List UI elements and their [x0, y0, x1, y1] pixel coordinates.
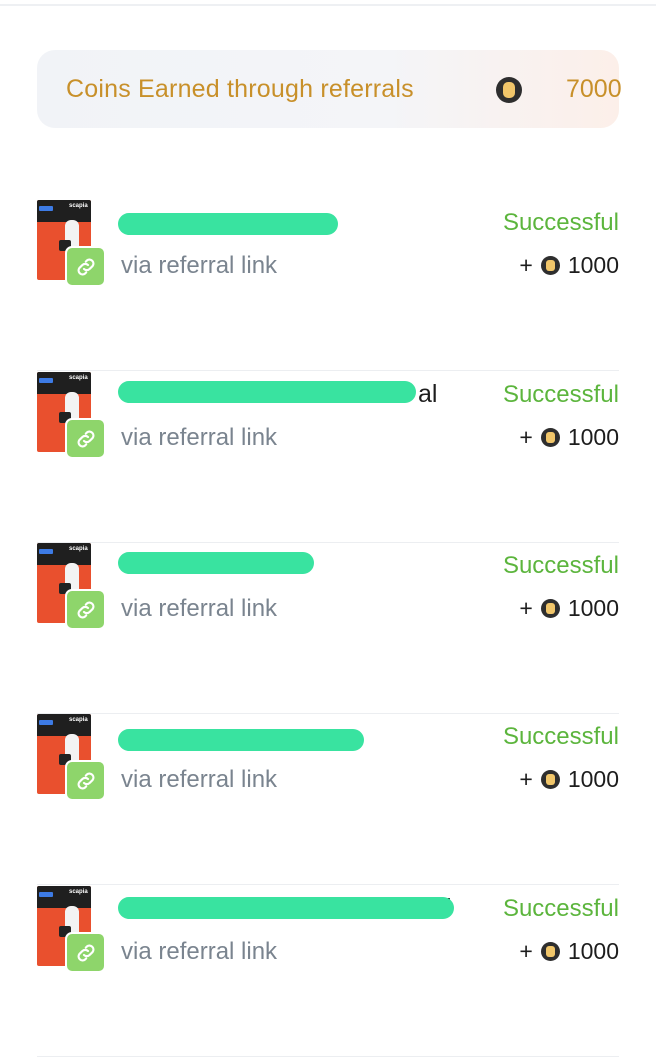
name-redaction — [118, 552, 314, 574]
link-icon — [65, 932, 106, 973]
link-icon — [65, 246, 106, 287]
name-redaction — [118, 897, 454, 919]
referral-amount: + 1000 — [519, 766, 619, 792]
status-label: Successful — [502, 723, 619, 750]
coin-icon — [540, 942, 560, 961]
link-icon — [65, 589, 106, 630]
referral-amount: + 1000 — [519, 424, 619, 450]
coin-icon — [496, 77, 522, 103]
referral-row[interactable]: scapia via referral link Successful + 10… — [0, 200, 656, 371]
referral-row[interactable]: scapia i via referral link Successful + … — [0, 886, 656, 1057]
referral-via: via referral link — [121, 766, 278, 793]
referral-row[interactable]: scapia via referral link Successful + 10… — [0, 543, 656, 714]
referral-via: via referral link — [121, 595, 278, 622]
coin-icon — [540, 256, 560, 275]
link-icon — [65, 418, 106, 459]
referral-amount: + 1000 — [519, 595, 619, 621]
referral-amount: + 1000 — [519, 938, 619, 964]
link-icon — [65, 760, 106, 801]
name-redaction — [118, 729, 364, 751]
coin-icon — [540, 428, 560, 447]
referral-via: via referral link — [121, 424, 278, 451]
referral-amount: + 1000 — [519, 252, 619, 278]
referral-via: via referral link — [121, 938, 278, 965]
coin-icon — [540, 599, 560, 618]
coins-summary-banner: Coins Earned through referrals + 7000 — [37, 50, 622, 128]
referral-name: al — [418, 380, 438, 408]
coin-icon — [540, 770, 560, 789]
status-label: Successful — [502, 895, 619, 922]
name-redaction — [118, 381, 416, 403]
top-divider — [0, 4, 656, 6]
name-redaction — [118, 213, 338, 235]
coins-summary-value: 7000 — [566, 75, 622, 103]
referral-via: via referral link — [121, 252, 278, 279]
status-label: Successful — [502, 552, 619, 579]
referral-row[interactable]: scapia al via referral link Successful +… — [0, 372, 656, 543]
status-label: Successful — [502, 209, 619, 236]
coins-summary-label: Coins Earned through referrals — [66, 75, 414, 103]
status-label: Successful — [502, 381, 619, 408]
referral-row[interactable]: scapia via referral link Successful + 10… — [0, 714, 656, 885]
